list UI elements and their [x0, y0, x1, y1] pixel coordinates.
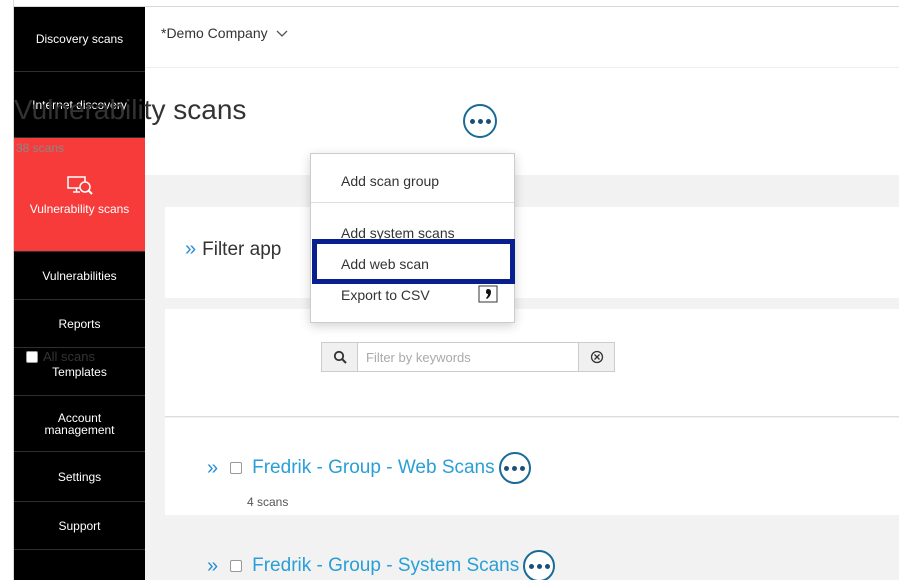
search-input[interactable] [358, 343, 578, 371]
company-name: *Demo Company [161, 25, 268, 41]
search-icon[interactable] [322, 343, 358, 371]
menu-divider [311, 202, 514, 203]
page-actions-button[interactable] [463, 104, 497, 138]
menu-item-add-system-scans[interactable]: Add system scans [341, 225, 455, 241]
sidebar-item-vulnerabilities[interactable]: Vulnerabilities [14, 252, 145, 300]
group-checkbox[interactable] [230, 560, 243, 572]
sidebar-item-label: Vulnerabilities [42, 268, 117, 283]
all-scans-label: All scans [43, 349, 96, 364]
sidebar-item-label: Templates [52, 364, 107, 379]
double-chevron-right-icon[interactable]: » [207, 555, 218, 578]
all-scans-checkbox[interactable]: All scans [26, 349, 95, 364]
double-chevron-right-icon[interactable]: » [207, 457, 218, 480]
chevron-down-icon [276, 30, 287, 38]
scan-group-row: » Fredrik - Group - System Scans [207, 550, 556, 580]
sidebar-item-settings[interactable]: Settings [14, 452, 145, 502]
filter-panel: » Filter app [165, 207, 899, 298]
filter-toggle[interactable]: » Filter app [185, 238, 281, 261]
group-checkbox[interactable] [230, 462, 243, 474]
menu-item-add-web-scan[interactable]: Add web scan [341, 256, 429, 272]
page-header [145, 67, 899, 175]
clear-search-button[interactable] [578, 343, 614, 371]
filter-title: Filter app [202, 239, 282, 260]
ellipsis-icon [504, 465, 526, 471]
more-options-button[interactable] [498, 452, 531, 484]
keyword-search [321, 342, 615, 372]
sidebar-item-label: Discovery scans [35, 32, 124, 46]
scan-group-name[interactable]: Fredrik - Group - Web Scans [252, 457, 495, 479]
clear-icon [590, 350, 603, 364]
sidebar-item-vulnerability-scans[interactable]: Vulnerability scans [14, 138, 145, 252]
scan-group-row: » Fredrik - Group - Web Scans [207, 452, 531, 484]
sidebar-item-label: Settings [57, 469, 102, 484]
monitor-scan-icon [66, 175, 93, 195]
main-content: *Demo Company » Filter app » Fredrik - Gr… [145, 7, 899, 580]
window-top-edge [14, 0, 899, 7]
page-title: Vulnerability scans [14, 94, 247, 125]
sidebar-item-discovery-scans[interactable]: Discovery scans [14, 7, 145, 72]
window-edge [0, 0, 14, 580]
more-options-button[interactable] [523, 550, 556, 580]
sidebar-item-reports[interactable]: Reports [14, 300, 145, 348]
sidebar-item-support[interactable]: Support [14, 502, 145, 550]
ellipsis-icon [528, 563, 550, 569]
sidebar-item-label: Reports [58, 316, 101, 331]
scan-group-count: 4 scans [247, 495, 289, 509]
menu-item-add-scan-group[interactable]: Add scan group [341, 173, 439, 189]
double-chevron-right-icon: » [185, 238, 197, 260]
sidebar-item-label: Support [58, 518, 101, 533]
sidebar: Discovery scans Internet discovery Vulne… [14, 7, 145, 580]
scan-count: 38 scans [16, 141, 65, 155]
sidebar-item-account-management[interactable]: Account management [14, 396, 145, 452]
company-selector[interactable]: *Demo Company [161, 25, 288, 41]
list-item: » Fredrik - Group - Web Scans 4 scans [165, 418, 899, 515]
list-item: » Fredrik - Group - System Scans [165, 515, 899, 580]
app-window: Discovery scans Internet discovery Vulne… [0, 0, 899, 580]
scan-group-name[interactable]: Fredrik - Group - System Scans [252, 555, 519, 577]
checkbox[interactable] [26, 350, 38, 363]
sidebar-item-label: Vulnerability scans [29, 201, 130, 216]
menu-item-export-csv[interactable]: Export to CSV [341, 287, 430, 303]
cursor-icon [478, 285, 498, 303]
sidebar-item-label: Account management [44, 410, 115, 437]
ellipsis-icon [469, 118, 491, 124]
